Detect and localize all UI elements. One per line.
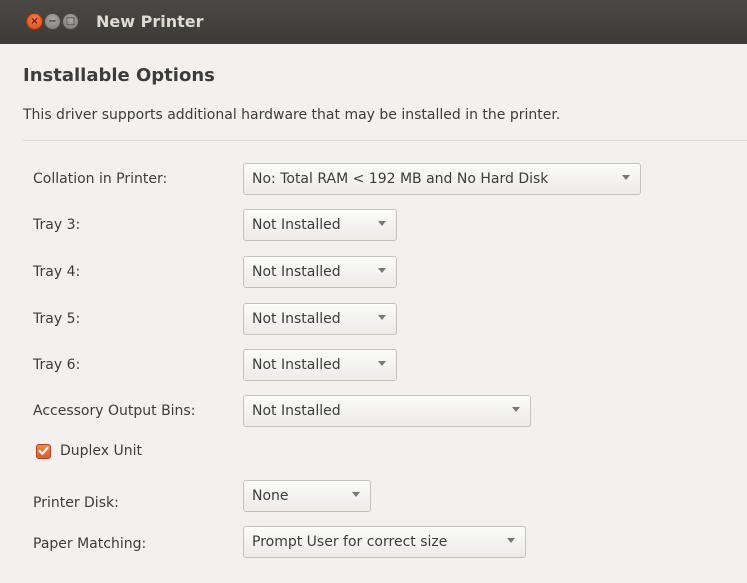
collation-label: Collation in Printer:: [33, 171, 168, 187]
tray-6-dropdown[interactable]: Not Installed: [243, 349, 397, 381]
collation-dropdown[interactable]: No: Total RAM < 192 MB and No Hard Disk: [243, 163, 641, 195]
tray-3-label: Tray 3:: [33, 217, 81, 233]
tray-4-value: Not Installed: [252, 264, 341, 280]
chevron-down-icon: [378, 268, 386, 273]
duplex-unit-label: Duplex Unit: [60, 443, 143, 459]
page-title: Installable Options: [23, 65, 215, 86]
printer-disk-value: None: [252, 488, 289, 504]
tray-6-value: Not Installed: [252, 357, 341, 373]
tray-6-label: Tray 6:: [33, 357, 81, 373]
minimize-window-button[interactable]: −: [44, 13, 61, 30]
collation-value: No: Total RAM < 192 MB and No Hard Disk: [252, 171, 549, 187]
chevron-down-icon: [507, 538, 515, 543]
duplex-unit-checkbox[interactable]: [36, 443, 51, 459]
page-description: This driver supports additional hardware…: [23, 107, 561, 123]
maximize-icon: □: [65, 15, 76, 27]
minimize-icon: −: [48, 15, 57, 27]
chevron-down-icon: [352, 492, 360, 497]
tray-5-value: Not Installed: [252, 311, 341, 327]
separator: [23, 140, 747, 141]
checkmark-icon: [38, 446, 49, 455]
chevron-down-icon: [378, 221, 386, 226]
printer-disk-dropdown[interactable]: None: [243, 480, 371, 512]
close-icon: ×: [30, 15, 39, 27]
printer-disk-label: Printer Disk:: [33, 495, 119, 511]
paper-matching-value: Prompt User for correct size: [252, 534, 448, 550]
accessory-output-bins-label: Accessory Output Bins:: [33, 403, 196, 419]
close-window-button[interactable]: ×: [26, 13, 43, 30]
chevron-down-icon: [622, 175, 630, 180]
duplex-unit-checkbox-row[interactable]: Duplex Unit: [36, 443, 142, 459]
tray-3-dropdown[interactable]: Not Installed: [243, 209, 397, 241]
title-bar: × − □ New Printer: [0, 0, 747, 44]
paper-matching-dropdown[interactable]: Prompt User for correct size: [243, 526, 526, 558]
tray-4-dropdown[interactable]: Not Installed: [243, 256, 397, 288]
chevron-down-icon: [378, 361, 386, 366]
new-printer-window: × − □ New Printer Installable Options Th…: [0, 0, 747, 583]
tray-3-value: Not Installed: [252, 217, 341, 233]
tray-5-dropdown[interactable]: Not Installed: [243, 303, 397, 335]
window-title: New Printer: [96, 12, 204, 31]
accessory-output-bins-value: Not Installed: [252, 403, 341, 419]
paper-matching-label: Paper Matching:: [33, 536, 147, 552]
maximize-window-button[interactable]: □: [62, 13, 79, 30]
tray-4-label: Tray 4:: [33, 264, 81, 280]
chevron-down-icon: [378, 315, 386, 320]
tray-5-label: Tray 5:: [33, 311, 81, 327]
chevron-down-icon: [512, 407, 520, 412]
accessory-output-bins-dropdown[interactable]: Not Installed: [243, 395, 531, 427]
